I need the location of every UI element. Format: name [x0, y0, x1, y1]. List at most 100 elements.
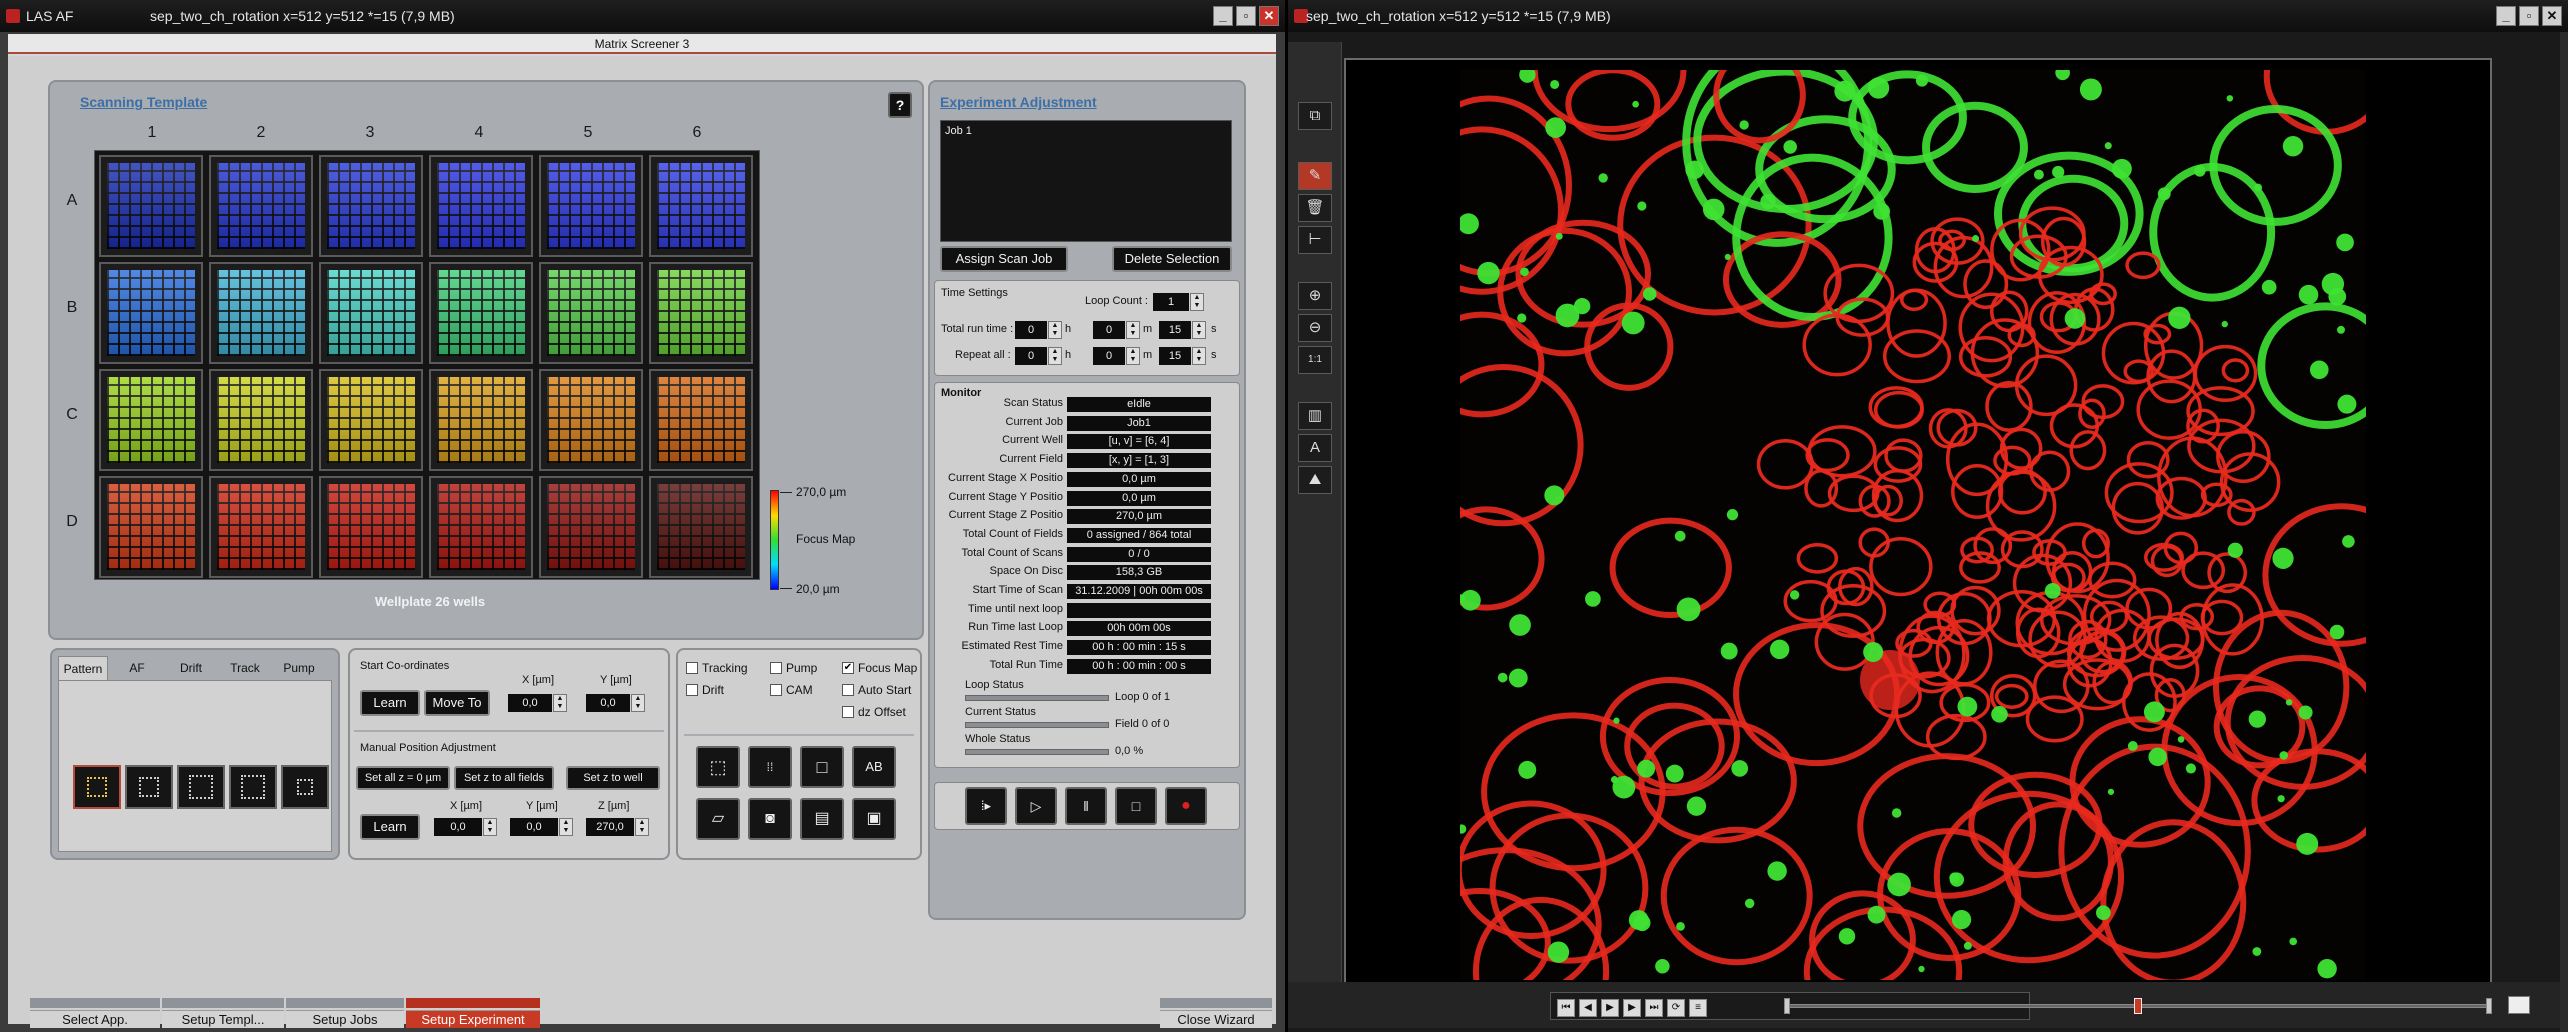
select-tool-icon[interactable]: ⬚ [696, 746, 740, 788]
pattern-full-grid-button[interactable] [73, 765, 121, 809]
well[interactable] [429, 155, 533, 257]
well[interactable] [429, 262, 533, 364]
manual-x-input[interactable]: 0,0 [434, 818, 482, 836]
overlay-icon[interactable]: ⧉ [1298, 102, 1332, 130]
first-frame-icon[interactable]: ⏮ [1557, 999, 1575, 1017]
pause-icon[interactable]: ‖ [1065, 787, 1107, 825]
well[interactable] [99, 476, 203, 578]
auto-start-checkbox[interactable] [842, 684, 854, 696]
total-h-input[interactable]: 0 [1015, 321, 1047, 339]
scan-pattern-icon[interactable]: ⁞▸ [965, 787, 1007, 825]
well[interactable] [429, 476, 533, 578]
repeat-m-spinner[interactable]: ▲ ▼ [1126, 347, 1140, 365]
pencil-icon[interactable]: ✎ [1298, 162, 1332, 190]
wizard-step[interactable]: Select App. [30, 998, 160, 1028]
measure-icon[interactable]: ⊢ [1298, 226, 1332, 254]
lut-icon[interactable]: ▥ [1298, 402, 1332, 430]
close-button[interactable]: ✕ [1259, 6, 1279, 26]
frame-slider-thumb[interactable] [2134, 998, 2142, 1014]
well[interactable] [319, 476, 423, 578]
histogram-icon[interactable]: ⛰ [1298, 466, 1332, 494]
total-m-input[interactable]: 0 [1093, 321, 1125, 339]
manual-x-spinner[interactable]: ▲ ▼ [483, 818, 497, 836]
tab-drift[interactable]: Drift [166, 656, 216, 680]
move-to-button[interactable]: Move To [424, 690, 490, 716]
set-z-all-fields-button[interactable]: Set z to all fields [454, 766, 554, 790]
row-header[interactable]: D [42, 513, 102, 531]
repeat-h-input[interactable]: 0 [1015, 347, 1047, 365]
tracking-checkbox[interactable] [686, 662, 698, 674]
well[interactable] [319, 262, 423, 364]
last-frame-icon[interactable]: ⏭ [1645, 999, 1663, 1017]
loop-count-spinner[interactable]: ▲ ▼ [1190, 293, 1204, 311]
play-frame-icon[interactable]: ▶ [1601, 999, 1619, 1017]
fit-1to1-icon[interactable]: 1:1 [1298, 346, 1332, 374]
manual-z-spinner[interactable]: ▲ ▼ [635, 818, 649, 836]
loop-icon[interactable]: ⟳ [1667, 999, 1685, 1017]
close-wizard-button[interactable]: Close Wizard [1160, 998, 1272, 1028]
well[interactable] [429, 369, 533, 471]
drift-checkbox[interactable] [686, 684, 698, 696]
total-s-spinner[interactable]: ▲ ▼ [1192, 321, 1206, 339]
job-item[interactable]: Job 1 [945, 125, 972, 137]
camera-icon[interactable]: ◙ [748, 798, 792, 840]
minimize-button[interactable]: _ [1213, 6, 1233, 26]
start-x-spinner[interactable]: ▲ ▼ [553, 694, 567, 712]
column-header[interactable]: 5 [558, 124, 618, 142]
zoom-out-icon[interactable]: ⊖ [1298, 314, 1332, 342]
viewer-minimize-button[interactable]: _ [2496, 6, 2516, 26]
well[interactable] [209, 476, 313, 578]
well[interactable] [649, 369, 753, 471]
slider-end-marker[interactable] [2486, 998, 2492, 1014]
total-s-input[interactable]: 15 [1159, 321, 1191, 339]
row-header[interactable]: C [42, 406, 102, 424]
play-icon[interactable]: ▷ [1015, 787, 1057, 825]
restore-button[interactable]: ▫ [1236, 6, 1256, 26]
dz-offset-checkbox[interactable] [842, 706, 854, 718]
well[interactable] [539, 476, 643, 578]
slider-start-marker[interactable] [1784, 998, 1790, 1014]
cam-checkbox[interactable] [770, 684, 782, 696]
stop-icon[interactable]: □ [1115, 787, 1157, 825]
well[interactable] [99, 155, 203, 257]
focus-map-checkbox[interactable]: ✔ [842, 662, 854, 674]
tab-pattern[interactable]: Pattern [58, 656, 108, 680]
manual-y-input[interactable]: 0,0 [510, 818, 558, 836]
frame-number-field[interactable] [2508, 996, 2530, 1014]
well[interactable] [649, 155, 753, 257]
manual-y-spinner[interactable]: ▲ ▼ [559, 818, 573, 836]
text-icon[interactable]: A [1298, 434, 1332, 462]
total-h-spinner[interactable]: ▲ ▼ [1048, 321, 1062, 339]
tab-track[interactable]: Track [220, 656, 270, 680]
well[interactable] [539, 262, 643, 364]
wizard-step[interactable]: Setup Experiment [406, 998, 540, 1028]
manual-learn-button[interactable]: Learn [360, 814, 420, 840]
manual-z-input[interactable]: 270,0 [586, 818, 634, 836]
delete-selection-button[interactable]: Delete Selection [1112, 246, 1232, 272]
well[interactable] [649, 476, 753, 578]
autofocus-grid-icon[interactable]: ⁞⁞ [748, 746, 792, 788]
square-icon[interactable]: □ [800, 746, 844, 788]
open-folder-icon[interactable]: ▱ [696, 798, 740, 840]
column-header[interactable]: 6 [667, 124, 727, 142]
total-m-spinner[interactable]: ▲ ▼ [1126, 321, 1140, 339]
well[interactable] [539, 369, 643, 471]
record-icon[interactable]: ● [1165, 787, 1207, 825]
next-frame-icon[interactable]: ▶ [1623, 999, 1641, 1017]
save-icon[interactable]: ▣ [852, 798, 896, 840]
well[interactable] [209, 155, 313, 257]
well[interactable] [209, 262, 313, 364]
set-all-z-button[interactable]: Set all z = 0 µm [356, 766, 450, 790]
loop-count-input[interactable]: 1 [1153, 293, 1189, 311]
repeat-s-spinner[interactable]: ▲ ▼ [1192, 347, 1206, 365]
start-x-input[interactable]: 0,0 [508, 694, 552, 712]
zoom-in-icon[interactable]: ⊕ [1298, 282, 1332, 310]
pattern-spaced-grid-button[interactable] [177, 765, 225, 809]
well[interactable] [649, 262, 753, 364]
print-icon[interactable]: ▤ [800, 798, 844, 840]
set-z-well-button[interactable]: Set z to well [566, 766, 660, 790]
column-header[interactable]: 4 [449, 124, 509, 142]
repeat-h-spinner[interactable]: ▲ ▼ [1048, 347, 1062, 365]
column-header[interactable]: 3 [340, 124, 400, 142]
wizard-step[interactable]: Setup Jobs [286, 998, 404, 1028]
